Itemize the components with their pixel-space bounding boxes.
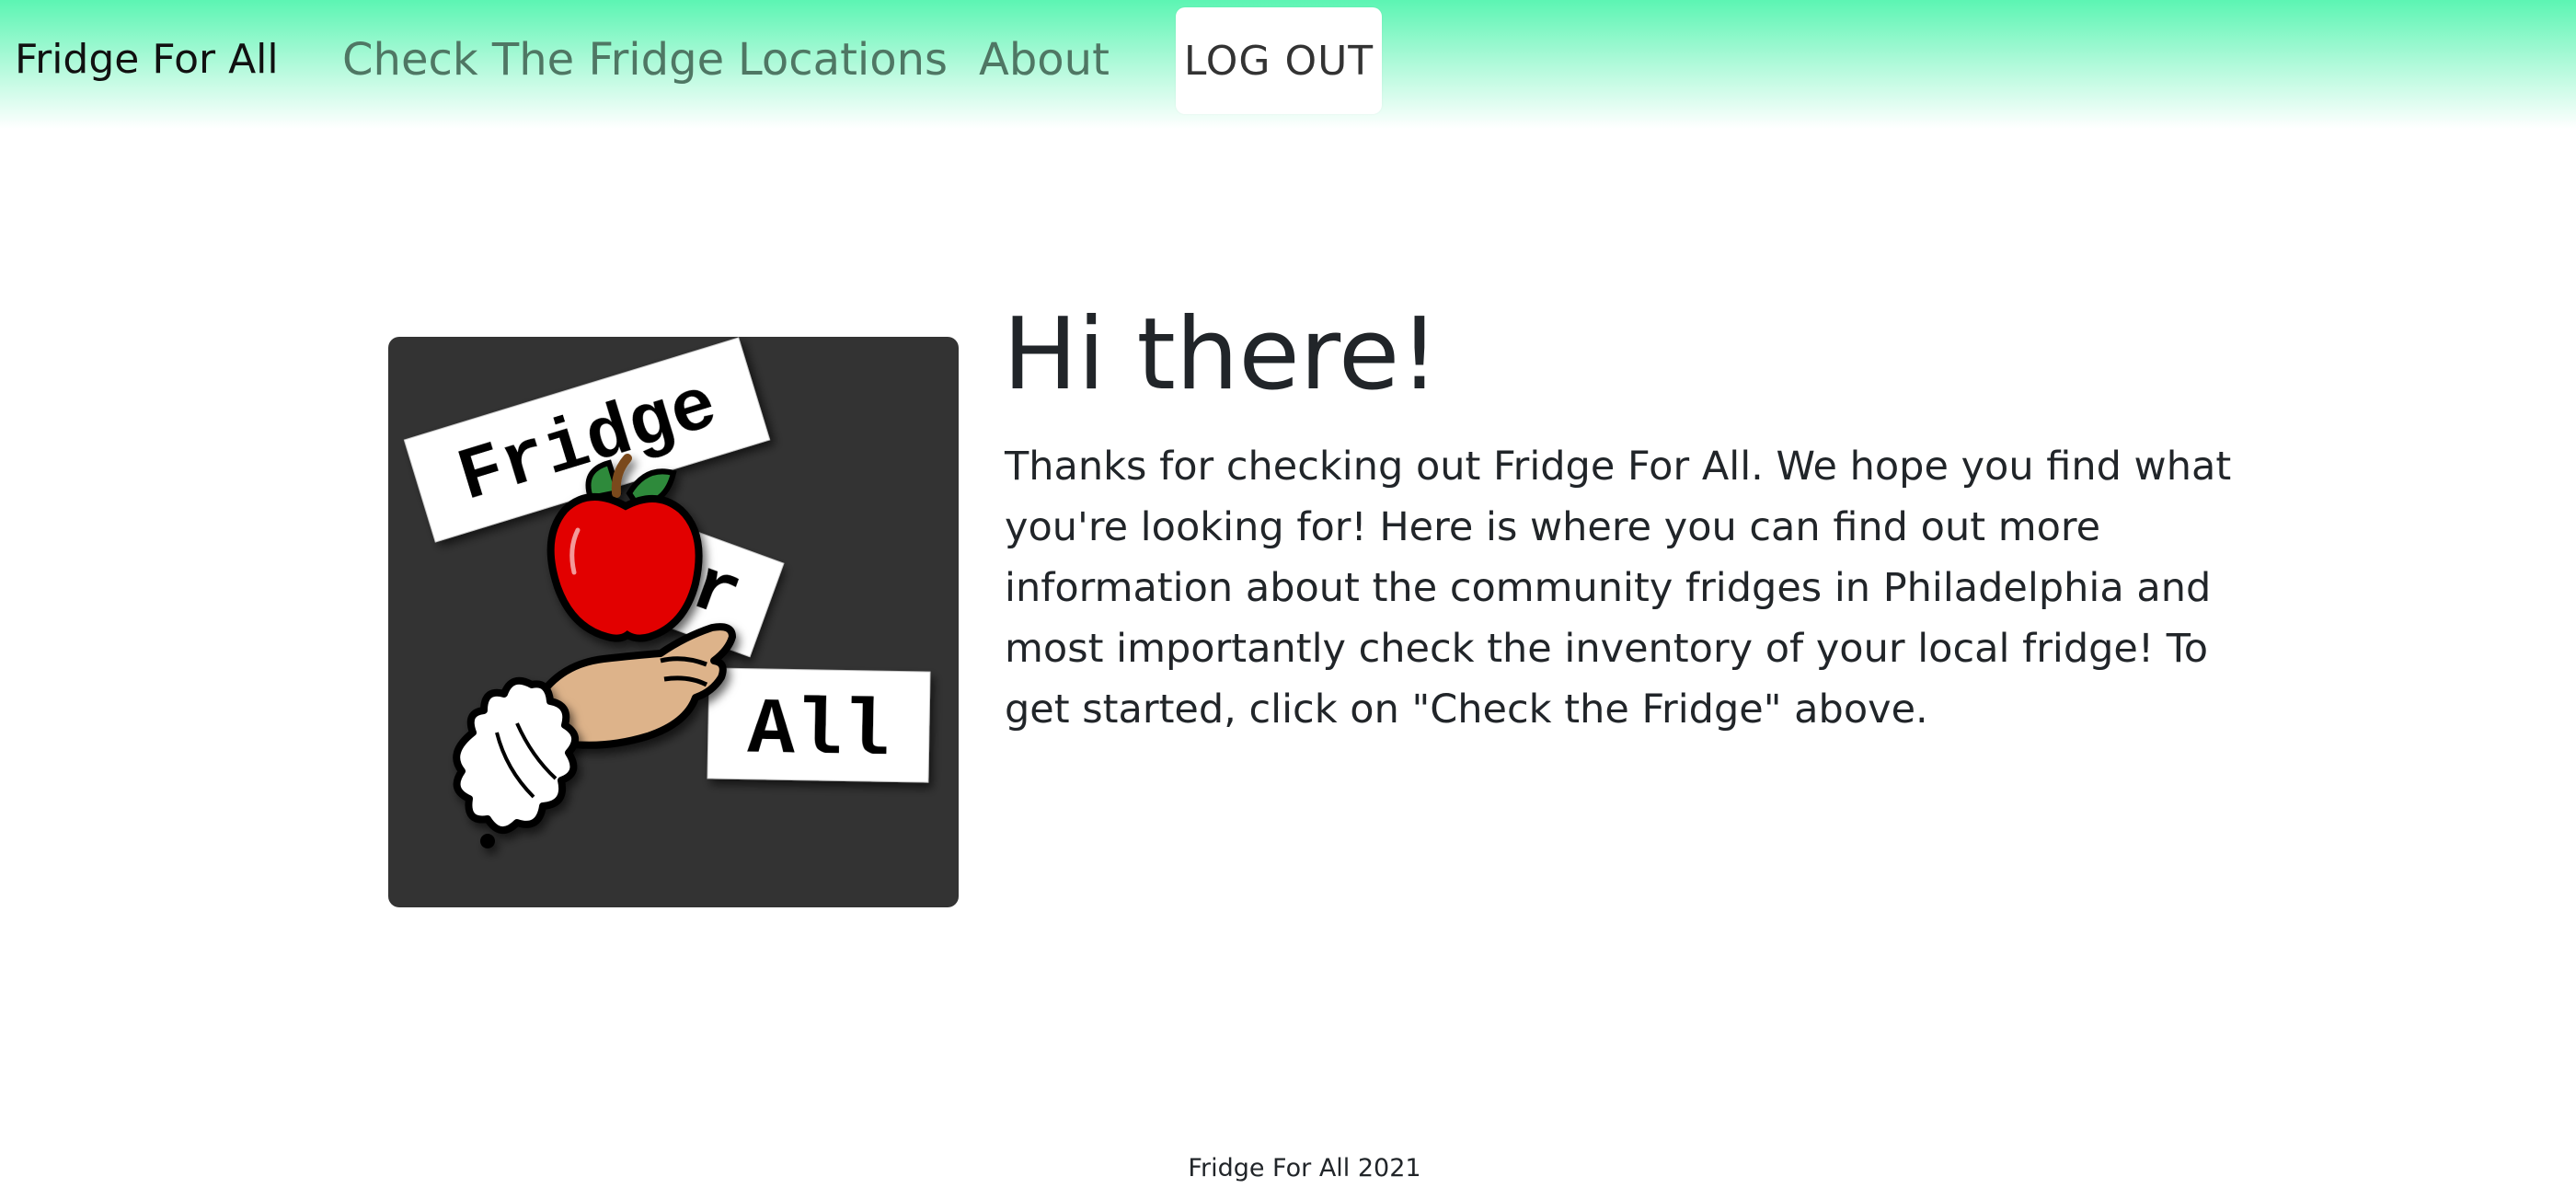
logout-button[interactable]: LOG OUT bbox=[1176, 7, 1382, 114]
fridge-for-all-logo: Fridge for All bbox=[388, 337, 959, 907]
page-heading: Hi there! bbox=[1003, 297, 1440, 412]
footer-text: Fridge For All 2021 bbox=[1188, 1154, 1421, 1183]
logo-label-all: All bbox=[707, 667, 931, 783]
nav-link-check-the-fridge[interactable]: Check The Fridge bbox=[342, 31, 724, 88]
svg-text:All: All bbox=[747, 686, 891, 779]
intro-paragraph: Thanks for checking out Fridge For All. … bbox=[1005, 444, 2232, 733]
navbar: Fridge For All Check The Fridge Location… bbox=[0, 0, 2576, 129]
nav-link-locations[interactable]: Locations bbox=[738, 31, 948, 88]
brand-link[interactable]: Fridge For All bbox=[15, 31, 279, 88]
cuff-icon bbox=[453, 676, 579, 848]
nav-link-about[interactable]: About bbox=[979, 31, 1110, 88]
